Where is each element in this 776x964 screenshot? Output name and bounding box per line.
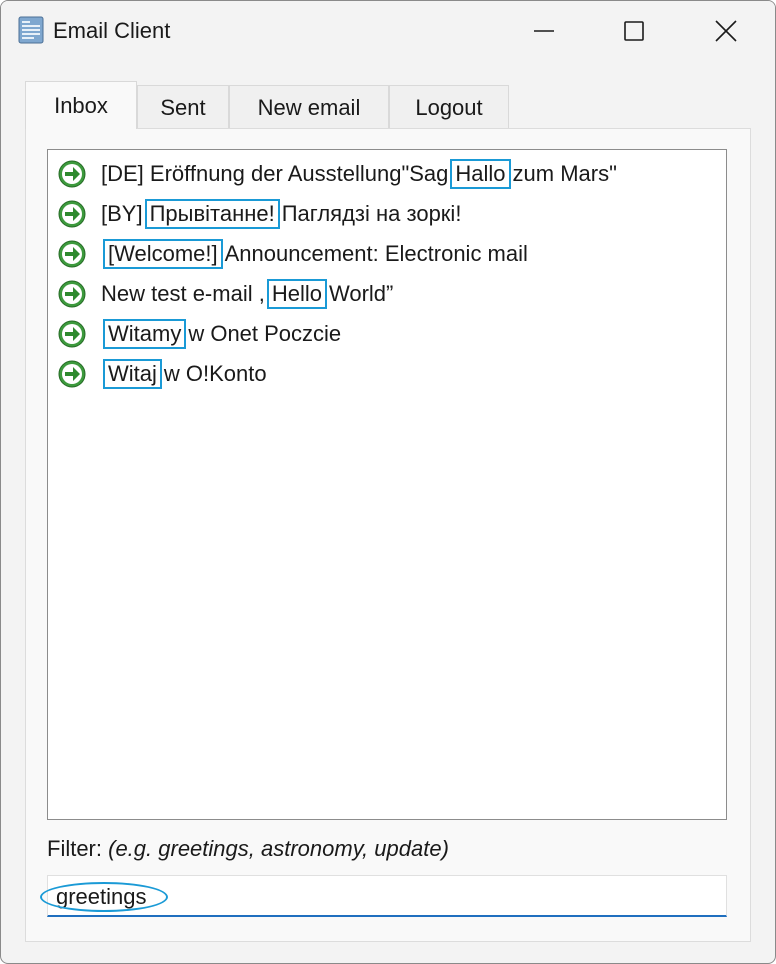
keyword-highlight: Прывітанне! — [144, 199, 280, 229]
arrow-right-icon — [58, 240, 86, 268]
filter-input[interactable]: greetings — [40, 875, 727, 917]
mail-subject-text: w Onet Poczcie — [188, 321, 342, 346]
tab-sent[interactable]: Sent — [137, 85, 229, 129]
arrow-right-icon — [58, 200, 86, 228]
arrow-right-icon — [58, 280, 86, 308]
mail-subject-text: New test e-mail , — [101, 281, 265, 306]
filter-label-text: Filter: — [47, 836, 102, 861]
mail-subject-text: Announcement: Electronic mail — [224, 241, 528, 266]
mail-subject-text: w O!Konto — [163, 361, 267, 386]
maximize-icon — [624, 21, 644, 41]
list-item[interactable]: [DE] Eröffnung der Ausstellung"Sag Hallo… — [58, 156, 617, 192]
mail-subject-text: [DE] Eröffnung der Ausstellung"Sag — [101, 161, 449, 186]
tab-new-email[interactable]: New email — [229, 85, 389, 129]
keyword-highlight: Witaj — [103, 359, 162, 389]
tab-inbox[interactable]: Inbox — [25, 81, 137, 129]
arrow-right-icon — [58, 160, 86, 188]
filter-value-highlight — [40, 882, 168, 912]
filter-label: Filter: (e.g. greetings, astronomy, upda… — [47, 836, 449, 862]
inbox-panel: [DE] Eröffnung der Ausstellung"Sag Hallo… — [25, 128, 751, 942]
keyword-highlight: Hallo — [450, 159, 511, 189]
arrow-right-icon — [58, 320, 86, 348]
close-icon — [715, 20, 737, 42]
filter-hint: (e.g. greetings, astronomy, update) — [108, 836, 449, 861]
inbox-list[interactable]: [DE] Eröffnung der Ausstellung"Sag Hallo… — [47, 149, 727, 820]
tab-logout[interactable]: Logout — [389, 85, 509, 129]
list-item[interactable]: [BY] Прывітанне! Паглядзі на зоркі! — [58, 196, 461, 232]
keyword-highlight: [Welcome!] — [103, 239, 223, 269]
arrow-right-icon — [58, 360, 86, 388]
keyword-highlight: Hello — [266, 279, 327, 309]
document-icon — [18, 16, 44, 44]
list-item[interactable]: Witaj w O!Konto — [58, 356, 267, 392]
mail-subject-text: [BY] — [101, 201, 143, 226]
window-title: Email Client — [53, 18, 171, 43]
list-item[interactable]: Witamy w Onet Poczcie — [58, 316, 341, 352]
list-item[interactable]: New test e-mail , Hello World” — [58, 276, 393, 312]
title-bar[interactable]: Email Client — [1, 1, 775, 61]
close-button[interactable] — [681, 1, 771, 61]
maximize-button[interactable] — [589, 1, 679, 61]
email-client-window: Email Client Inbox Sent New email Logout — [0, 0, 776, 964]
minimize-icon — [534, 30, 554, 32]
mail-subject-text: Паглядзі на зоркі! — [281, 201, 462, 226]
mail-subject-text: zum Mars" — [512, 161, 617, 186]
keyword-highlight: Witamy — [103, 319, 187, 349]
list-item[interactable]: [Welcome!] Announcement: Electronic mail — [58, 236, 528, 272]
minimize-button[interactable] — [499, 1, 589, 61]
mail-subject-text: World” — [328, 281, 394, 306]
